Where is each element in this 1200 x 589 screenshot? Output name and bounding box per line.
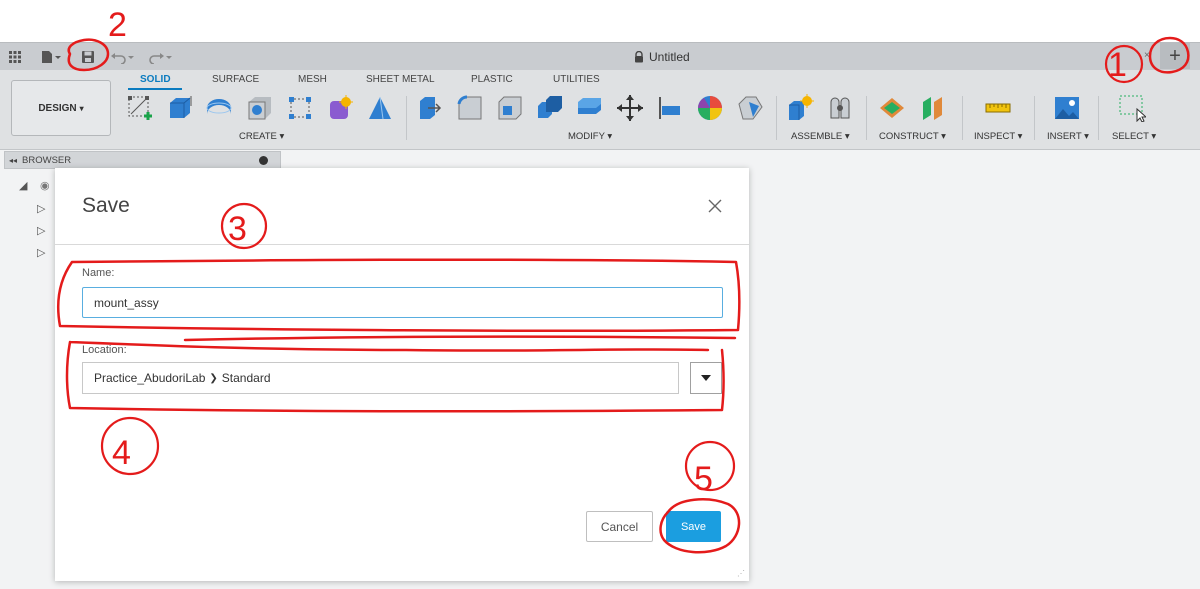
ribbon-separator [1034, 96, 1035, 140]
top-strip [0, 0, 1200, 42]
select-menu[interactable]: SELECT ▾ [1112, 131, 1156, 142]
save-icon[interactable] [78, 48, 98, 66]
tab-utilities[interactable]: UTILITIES [553, 74, 600, 85]
location-separator-icon: ❯ [209, 372, 218, 384]
ribbon-separator [1098, 96, 1099, 140]
toolbar-ribbon: DESIGN ▾ SOLID SURFACE MESH SHEET METAL … [0, 70, 1200, 150]
create-form-icon[interactable] [326, 94, 354, 122]
construct-menu[interactable]: CONSTRUCT ▾ [879, 131, 946, 142]
file-icon[interactable] [36, 48, 66, 66]
location-project: Practice_AbudoriLab [94, 371, 206, 385]
cancel-button[interactable]: Cancel [586, 511, 653, 542]
name-label: Name: [82, 267, 115, 279]
assemble-menu[interactable]: ASSEMBLE ▾ [791, 131, 850, 142]
location-label: Location: [82, 344, 127, 356]
chevron-down-icon: ▾ [79, 103, 84, 113]
document-title: Untitled [634, 50, 690, 64]
joint-icon[interactable] [826, 94, 854, 122]
save-dialog: Save Name: Location: Practice_AbudoriLab… [55, 168, 749, 581]
save-button[interactable]: Save [666, 511, 721, 542]
insert-menu[interactable]: INSERT ▾ [1047, 131, 1089, 142]
plane-at-angle-icon[interactable] [920, 94, 948, 122]
combine-icon[interactable] [536, 94, 564, 122]
shell-icon[interactable] [496, 94, 524, 122]
replace-face-icon[interactable] [576, 94, 604, 122]
pattern-icon[interactable] [286, 94, 314, 122]
select-icon[interactable] [1118, 94, 1146, 122]
move-copy-icon[interactable] [616, 94, 644, 122]
close-tab-icon[interactable]: × [1144, 50, 1150, 61]
appearance-icon[interactable] [696, 94, 724, 122]
apps-grid-icon[interactable] [6, 48, 24, 66]
browser-pin-icon[interactable] [259, 155, 268, 165]
redo-icon[interactable] [145, 48, 175, 66]
ribbon-separator [776, 96, 777, 140]
location-dropdown-button[interactable] [690, 362, 722, 394]
active-tab-indicator [128, 88, 182, 90]
title-bar: Untitled [0, 42, 1200, 70]
ribbon-separator [866, 96, 867, 140]
loft-icon[interactable] [366, 94, 394, 122]
tab-sheet-metal[interactable]: SHEET METAL [366, 74, 435, 85]
modify-menu[interactable]: MODIFY ▾ [568, 131, 612, 142]
press-pull-icon[interactable] [416, 94, 444, 122]
collapse-icon[interactable]: ◂◂ [9, 156, 17, 165]
tab-mesh[interactable]: MESH [298, 74, 327, 85]
document-title-text: Untitled [649, 50, 690, 64]
tab-surface[interactable]: SURFACE [212, 74, 259, 85]
location-folder: Standard [221, 371, 271, 385]
new-component-icon[interactable] [786, 94, 814, 122]
ribbon-separator [962, 96, 963, 140]
tree-expand-icon[interactable]: ▷ [37, 246, 45, 259]
measure-icon[interactable] [984, 94, 1012, 122]
align-icon[interactable] [656, 94, 684, 122]
fillet-icon[interactable] [456, 94, 484, 122]
hole-icon[interactable] [246, 94, 274, 122]
inspect-menu[interactable]: INSPECT ▾ [974, 131, 1022, 142]
browser-title: BROWSER [22, 154, 72, 166]
workspace-switcher[interactable]: DESIGN ▾ [11, 80, 111, 136]
insert-image-icon[interactable] [1053, 94, 1081, 122]
resize-grip-icon[interactable]: ⋰ [737, 569, 745, 578]
tree-expand-icon[interactable]: ▷ [37, 224, 45, 237]
extrude-icon[interactable] [166, 94, 194, 122]
new-tab-button[interactable]: + [1160, 43, 1190, 69]
workspace-label: DESIGN [38, 102, 77, 114]
tree-expand-icon[interactable]: ◢ [19, 179, 27, 192]
visibility-eye-icon[interactable]: ◉ [40, 179, 50, 192]
tree-expand-icon[interactable]: ▷ [37, 202, 45, 215]
dialog-title: Save [82, 194, 130, 217]
lock-icon [635, 51, 643, 63]
create-menu[interactable]: CREATE ▾ [239, 131, 284, 142]
physical-material-icon[interactable] [736, 94, 764, 122]
dialog-divider [55, 244, 749, 245]
create-sketch-icon[interactable] [126, 94, 154, 122]
ribbon-separator [406, 96, 407, 140]
tab-plastic[interactable]: PLASTIC [471, 74, 513, 85]
undo-icon[interactable] [108, 48, 138, 66]
tab-solid[interactable]: SOLID [140, 74, 171, 85]
name-field[interactable] [82, 287, 723, 318]
location-field[interactable]: Practice_AbudoriLab ❯ Standard [82, 362, 679, 394]
revolve-icon[interactable] [205, 94, 233, 122]
close-icon[interactable] [706, 197, 724, 215]
chevron-down-icon [701, 375, 711, 381]
browser-header[interactable]: ◂◂ BROWSER [4, 151, 281, 169]
offset-plane-icon[interactable] [878, 94, 906, 122]
